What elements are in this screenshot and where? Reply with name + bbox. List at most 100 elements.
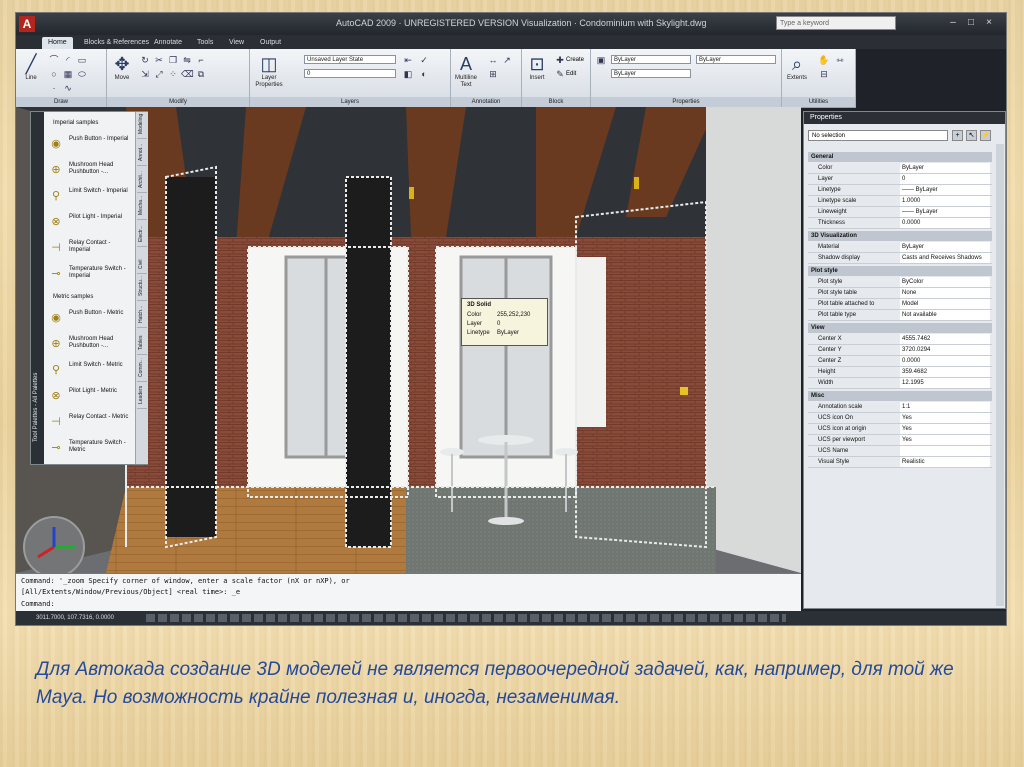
- layer-dropdown[interactable]: 0: [304, 69, 396, 78]
- property-row[interactable]: Lineweight —— ByLayer: [808, 207, 992, 218]
- tool-palette-title-strip[interactable]: Tool Palettes - All Palettes: [31, 112, 44, 464]
- select-objects-icon[interactable]: ↖: [966, 130, 977, 141]
- minimize-button[interactable]: –: [946, 16, 960, 30]
- table-icon[interactable]: ⊞: [487, 69, 499, 79]
- property-row[interactable]: Linetype scale 1.0000: [808, 196, 992, 207]
- palette-tab[interactable]: Leaders: [137, 382, 147, 409]
- modify-panel-label[interactable]: Modify: [107, 97, 249, 107]
- match-properties-icon[interactable]: ▣: [595, 55, 607, 65]
- annotation-panel-label[interactable]: Annotation: [451, 97, 521, 107]
- create-block-icon[interactable]: ✚: [554, 55, 566, 65]
- property-row[interactable]: Plot style table None: [808, 288, 992, 299]
- property-row[interactable]: Layer 0: [808, 174, 992, 185]
- property-row[interactable]: Visual Style Realistic: [808, 457, 992, 468]
- properties-title[interactable]: Properties: [804, 112, 1005, 124]
- toggle-pickadd-icon[interactable]: +: [952, 130, 963, 141]
- point-icon[interactable]: ·: [48, 83, 60, 93]
- property-row[interactable]: Plot table attached to Model: [808, 299, 992, 310]
- property-row[interactable]: Linetype —— ByLayer: [808, 185, 992, 196]
- fillet-icon[interactable]: ⌐: [195, 55, 207, 65]
- distance-icon[interactable]: ⇿: [834, 55, 846, 65]
- palette-tab[interactable]: Comm...: [137, 355, 147, 382]
- create-block-button[interactable]: Create: [566, 55, 584, 65]
- palette-tool[interactable]: ⊣ Relay Contact - Metric: [47, 412, 133, 434]
- section-3d-visualization[interactable]: 3D Visualization: [808, 231, 992, 241]
- move-button[interactable]: ✥ Move: [109, 53, 135, 82]
- maximize-button[interactable]: □: [964, 16, 978, 30]
- properties-scrollbar[interactable]: [996, 144, 1004, 606]
- property-row[interactable]: UCS per viewport Yes: [808, 435, 992, 446]
- property-row[interactable]: Plot table type Not available: [808, 310, 992, 321]
- palette-tool[interactable]: ⊸ Temperature Switch - Metric: [47, 438, 133, 460]
- autocad-logo-icon[interactable]: A: [19, 16, 35, 32]
- close-button[interactable]: ×: [982, 16, 996, 30]
- property-row[interactable]: Plot style ByColor: [808, 277, 992, 288]
- hatch-icon[interactable]: ▦: [62, 69, 74, 79]
- section-misc[interactable]: Misc: [808, 391, 992, 401]
- palette-tab[interactable]: Archit...: [137, 166, 147, 193]
- arc-icon[interactable]: ◜: [62, 55, 74, 65]
- command-line[interactable]: Command: '_zoom Specify corner of window…: [16, 573, 801, 612]
- tab-home[interactable]: Home: [42, 37, 73, 49]
- make-current-icon[interactable]: ✓: [418, 55, 430, 65]
- command-prompt[interactable]: Command:: [21, 600, 55, 608]
- layer-properties-button[interactable]: ◫ Layer Properties: [254, 53, 284, 89]
- leader-icon[interactable]: ↗: [501, 55, 513, 65]
- palette-tab[interactable]: Modeling: [137, 112, 147, 139]
- property-row[interactable]: Center Y 3720.0294: [808, 345, 992, 356]
- layers-panel-label[interactable]: Layers: [250, 97, 450, 107]
- selection-dropdown[interactable]: No selection: [808, 130, 948, 141]
- utilities-panel-label[interactable]: Utilities: [782, 97, 855, 107]
- dimension-icon[interactable]: ↔: [487, 55, 499, 65]
- palette-tab[interactable]: Structu...: [137, 274, 147, 301]
- palette-tab[interactable]: Mecha...: [137, 193, 147, 220]
- extents-button[interactable]: ⌕ Extents: [784, 53, 810, 82]
- quick-calc-icon[interactable]: ⊟: [818, 69, 830, 79]
- property-row[interactable]: UCS Name: [808, 446, 992, 457]
- copy-icon[interactable]: ❐: [167, 55, 179, 65]
- palette-tool[interactable]: ⊗ Pilot Light - Metric: [47, 386, 133, 408]
- polyline-icon[interactable]: ⌒: [48, 55, 60, 65]
- palette-tool[interactable]: ⊗ Pilot Light - Imperial: [47, 212, 133, 234]
- lineweight-dropdown[interactable]: ByLayer: [696, 55, 776, 64]
- property-row[interactable]: Width 12.1995: [808, 378, 992, 389]
- property-row[interactable]: Color ByLayer: [808, 163, 992, 174]
- edit-block-button[interactable]: Edit: [566, 69, 576, 79]
- trim-icon[interactable]: ✂: [153, 55, 165, 65]
- layer-off-icon[interactable]: ◐: [418, 69, 430, 79]
- palette-tab[interactable]: Civil: [137, 247, 147, 274]
- property-row[interactable]: Center X 4555.7462: [808, 334, 992, 345]
- color-dropdown[interactable]: ByLayer: [611, 55, 691, 64]
- property-row[interactable]: Shadow display Casts and Receives Shadows: [808, 253, 992, 264]
- edit-block-icon[interactable]: ✎: [554, 69, 566, 79]
- offset-icon[interactable]: ⧉: [195, 69, 207, 79]
- palette-tool[interactable]: ⊕ Mushroom Head Pushbutton -...: [47, 160, 133, 182]
- pan-icon[interactable]: ✋: [818, 55, 830, 65]
- rectangle-icon[interactable]: ▭: [76, 55, 88, 65]
- palette-tool[interactable]: ⊕ Mushroom Head Pushbutton -...: [47, 334, 133, 356]
- property-row[interactable]: Annotation scale 1:1: [808, 402, 992, 413]
- erase-icon[interactable]: ⌫: [181, 69, 194, 79]
- draw-panel-label[interactable]: Draw: [16, 97, 106, 107]
- property-row[interactable]: Center Z 0.0000: [808, 356, 992, 367]
- palette-tab[interactable]: Annot...: [137, 139, 147, 166]
- layer-state-dropdown[interactable]: Unsaved Layer State: [304, 55, 396, 64]
- palette-tool[interactable]: ⚲ Limit Switch - Imperial: [47, 186, 133, 208]
- property-row[interactable]: UCS icon On Yes: [808, 413, 992, 424]
- palette-tab[interactable]: Electr...: [137, 220, 147, 247]
- section-general[interactable]: General: [808, 152, 992, 162]
- insert-button[interactable]: ⊡ Insert: [524, 53, 550, 82]
- property-row[interactable]: Thickness 0.0000: [808, 218, 992, 229]
- line-button[interactable]: ╱ Line: [18, 53, 44, 82]
- layer-isolate-icon[interactable]: ◧: [402, 69, 414, 79]
- array-icon[interactable]: ⁘: [167, 69, 179, 79]
- palette-tab[interactable]: Hatch...: [137, 301, 147, 328]
- properties-panel-label[interactable]: Properties: [591, 97, 781, 107]
- block-panel-label[interactable]: Block: [522, 97, 590, 107]
- tab-view[interactable]: View: [223, 37, 250, 49]
- stretch-icon[interactable]: ⇲: [139, 69, 151, 79]
- circle-icon[interactable]: ○: [48, 69, 60, 79]
- tab-blocks-references[interactable]: Blocks & References: [78, 37, 155, 49]
- property-row[interactable]: UCS icon at origin Yes: [808, 424, 992, 435]
- palette-tool[interactable]: ⚲ Limit Switch - Metric: [47, 360, 133, 382]
